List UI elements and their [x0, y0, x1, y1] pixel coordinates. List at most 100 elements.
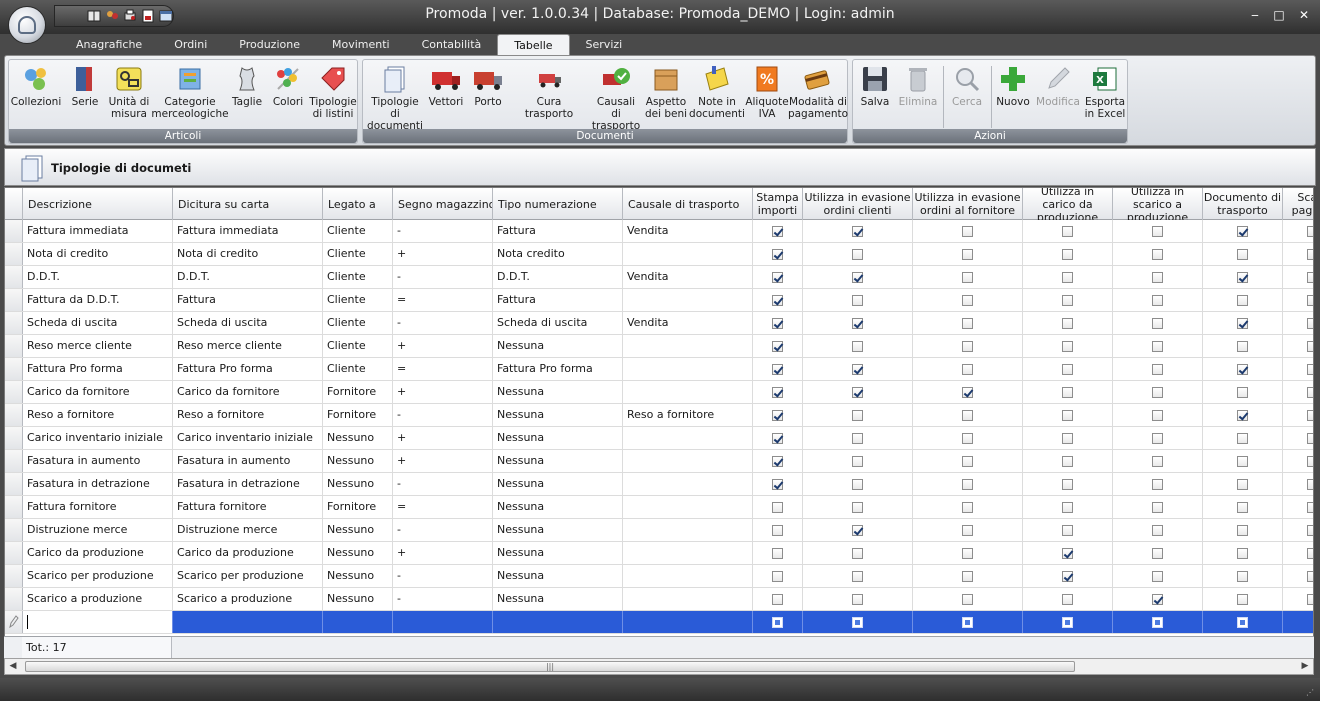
checkbox-unchecked[interactable] — [852, 340, 863, 352]
cell-col-tipo-numerazione[interactable]: Nessuna — [493, 450, 623, 472]
checkbox-unchecked[interactable] — [1237, 455, 1248, 467]
cell-col-dicitura[interactable]: Reso merce cliente — [173, 335, 323, 357]
cell-col-segno[interactable]: - — [393, 220, 493, 242]
header-col-legato[interactable]: Legato a — [323, 188, 393, 220]
checkbox-unchecked[interactable] — [1152, 570, 1163, 582]
collezioni-button[interactable]: Collezioni — [11, 62, 61, 108]
table-row[interactable]: Nota di credito Nota di credito Cliente + No… — [5, 243, 1313, 266]
unita-di-misura-button[interactable]: Unità di misura — [107, 62, 151, 120]
cell-col-tipo-numerazione[interactable]: Fattura Pro forma — [493, 358, 623, 380]
cell-col-dicitura[interactable]: Fasatura in aumento — [173, 450, 323, 472]
table-row[interactable]: Reso a fornitore Reso a fornitore Fornitor… — [5, 404, 1313, 427]
cell-col-tipo-numerazione[interactable]: Nessuna — [493, 427, 623, 449]
checkbox-checked[interactable] — [1062, 547, 1073, 559]
checkbox-unchecked[interactable] — [962, 294, 973, 306]
checkbox-unchecked[interactable] — [1307, 547, 1313, 559]
checkbox-unchecked[interactable] — [1307, 478, 1313, 490]
cell-col-segno[interactable]: + — [393, 427, 493, 449]
checkbox-checked[interactable] — [772, 317, 783, 329]
checkbox-checked[interactable] — [772, 248, 783, 260]
new-row-cell[interactable] — [803, 611, 913, 633]
new-row[interactable] — [5, 611, 1313, 634]
cell-col-segno[interactable]: = — [393, 496, 493, 518]
cell-col-dicitura[interactable]: Nota di credito — [173, 243, 323, 265]
checkbox-unchecked[interactable] — [1062, 455, 1073, 467]
checkbox-unchecked[interactable] — [1237, 294, 1248, 306]
elimina-button[interactable]: Elimina — [897, 62, 939, 108]
cell-col-segno[interactable]: + — [393, 381, 493, 403]
cell-col-segno[interactable]: - — [393, 404, 493, 426]
header-col-causale[interactable]: Causale di trasporto — [623, 188, 753, 220]
cell-col-tipo-numerazione[interactable]: Nessuna — [493, 335, 623, 357]
esporta-in-excel-button[interactable]: X Esporta in Excel — [1083, 62, 1127, 120]
checkbox-unchecked[interactable] — [1062, 294, 1073, 306]
cell-col-descrizione[interactable]: Scheda di uscita — [23, 312, 173, 334]
cell-col-legato[interactable]: Fornitore — [323, 404, 393, 426]
checkbox-unchecked[interactable] — [772, 570, 783, 582]
cell-col-legato[interactable]: Cliente — [323, 243, 393, 265]
checkbox-unchecked[interactable] — [1152, 547, 1163, 559]
cell-col-descrizione[interactable]: Fattura fornitore — [23, 496, 173, 518]
checkbox-unchecked[interactable] — [772, 547, 783, 559]
checkbox-unchecked[interactable] — [1152, 271, 1163, 283]
checkbox-indeterminate[interactable] — [962, 616, 973, 628]
checkbox-unchecked[interactable] — [962, 317, 973, 329]
checkbox-unchecked[interactable] — [1062, 386, 1073, 398]
checkbox-unchecked[interactable] — [1062, 363, 1073, 375]
cell-col-dicitura[interactable]: Reso a fornitore — [173, 404, 323, 426]
checkbox-unchecked[interactable] — [1307, 340, 1313, 352]
table-row[interactable]: D.D.T. D.D.T. Cliente - D.D.T. Vendita — [5, 266, 1313, 289]
cell-col-dicitura[interactable]: Scheda di uscita — [173, 312, 323, 334]
checkbox-checked[interactable] — [852, 524, 863, 536]
cell-col-descrizione[interactable]: Fattura immediata — [23, 220, 173, 242]
cell-col-legato[interactable]: Fornitore — [323, 381, 393, 403]
table-row[interactable]: Carico inventario iniziale Carico inventa… — [5, 427, 1313, 450]
cell-col-tipo-numerazione[interactable]: Nota credito — [493, 243, 623, 265]
table-row[interactable]: Fasatura in detrazione Fasatura in detraz… — [5, 473, 1313, 496]
aliquote-iva-button[interactable]: % Aliquote IVA — [745, 62, 789, 120]
cell-col-segno[interactable]: = — [393, 289, 493, 311]
checkbox-unchecked[interactable] — [962, 501, 973, 513]
cell-col-descrizione[interactable]: Fasatura in detrazione — [23, 473, 173, 495]
cell-col-causale[interactable] — [623, 473, 753, 495]
checkbox-unchecked[interactable] — [1062, 501, 1073, 513]
checkbox-unchecked[interactable] — [962, 225, 973, 237]
cell-col-dicitura[interactable]: Carico da fornitore — [173, 381, 323, 403]
table-row[interactable]: Reso merce cliente Reso merce cliente Clie… — [5, 335, 1313, 358]
header-col-segno[interactable]: Segno magazzino — [393, 188, 493, 220]
table-row[interactable]: Scheda di uscita Scheda di uscita Cliente -… — [5, 312, 1313, 335]
checkbox-unchecked[interactable] — [1307, 271, 1313, 283]
checkbox-checked[interactable] — [852, 271, 863, 283]
cell-col-tipo-numerazione[interactable]: Fattura — [493, 289, 623, 311]
scroll-left-icon[interactable]: ◀ — [5, 659, 21, 674]
cell-col-causale[interactable] — [623, 427, 753, 449]
table-row[interactable]: Fattura Pro forma Fattura Pro forma Client… — [5, 358, 1313, 381]
table-row[interactable]: Scarico per produzione Scarico per produz… — [5, 565, 1313, 588]
row-header[interactable] — [5, 289, 23, 311]
checkbox-unchecked[interactable] — [1307, 501, 1313, 513]
cell-col-causale[interactable] — [623, 381, 753, 403]
cell-col-dicitura[interactable]: Scarico per produzione — [173, 565, 323, 587]
checkbox-unchecked[interactable] — [1152, 340, 1163, 352]
cell-col-tipo-numerazione[interactable]: D.D.T. — [493, 266, 623, 288]
tab-contabilita[interactable]: Contabilità — [406, 34, 498, 55]
checkbox-unchecked[interactable] — [1062, 317, 1073, 329]
checkbox-indeterminate[interactable] — [1062, 616, 1073, 628]
checkbox-checked[interactable] — [1237, 317, 1248, 329]
new-row-cell[interactable] — [1283, 611, 1313, 633]
new-row-cell[interactable] — [393, 611, 493, 633]
checkbox-unchecked[interactable] — [1152, 225, 1163, 237]
header-col-carico-produzione[interactable]: Utilizza in carico da produzione — [1023, 188, 1113, 220]
row-header[interactable] — [5, 588, 23, 610]
minimize-button[interactable]: ‒ — [1246, 6, 1264, 24]
cell-col-legato[interactable]: Nessuno — [323, 565, 393, 587]
checkbox-checked[interactable] — [852, 386, 863, 398]
cell-col-dicitura[interactable]: Fattura immediata — [173, 220, 323, 242]
checkbox-checked[interactable] — [1237, 363, 1248, 375]
causali-di-trasporto-button[interactable]: Causali di trasporto — [591, 62, 641, 132]
cell-col-causale[interactable] — [623, 450, 753, 472]
cell-col-segno[interactable]: - — [393, 588, 493, 610]
checkbox-unchecked[interactable] — [1062, 593, 1073, 605]
tab-produzione[interactable]: Produzione — [223, 34, 316, 55]
checkbox-unchecked[interactable] — [852, 248, 863, 260]
